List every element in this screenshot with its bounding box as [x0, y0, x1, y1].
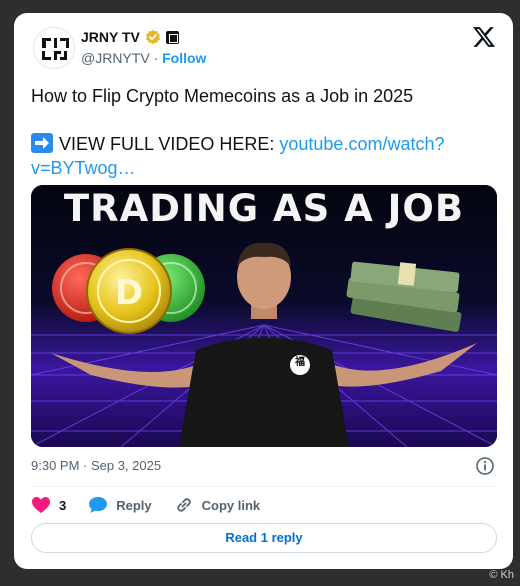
- watermark: © Kh: [489, 569, 514, 581]
- action-bar: 3 Reply Copy link: [31, 494, 282, 516]
- read-reply-button[interactable]: Read 1 reply: [31, 523, 497, 553]
- copy-link-label: Copy link: [201, 497, 261, 513]
- like-count: 3: [59, 497, 67, 513]
- x-logo-icon[interactable]: [473, 26, 495, 48]
- post-line-2: VIEW FULL VIDEO HERE: youtube.com/watch?…: [31, 132, 501, 180]
- post-line-2-prefix: VIEW FULL VIDEO HERE:: [59, 134, 280, 154]
- reply-label: Reply: [116, 497, 152, 513]
- svg-text:D: D: [115, 273, 143, 313]
- video-thumbnail[interactable]: D TRADING AS A JOB 福: [31, 185, 497, 447]
- like-button[interactable]: 3: [31, 496, 66, 514]
- handle-row: @JRNYTV · Follow: [81, 50, 207, 66]
- tweet-card: JRNY TV @JRNYTV · Follow How to Flip Cry…: [14, 13, 513, 569]
- avatar[interactable]: [33, 27, 75, 69]
- right-arrow-icon: [31, 133, 53, 153]
- affiliation-badge-icon[interactable]: [165, 30, 179, 44]
- author-handle[interactable]: @JRNYTV: [81, 50, 150, 66]
- post-line-1: How to Flip Crypto Memecoins as a Job in…: [31, 86, 414, 106]
- reply-button[interactable]: Reply: [88, 496, 152, 514]
- author-name[interactable]: JRNY TV: [81, 29, 140, 45]
- author-name-row: JRNY TV: [81, 29, 179, 45]
- post-text: How to Flip Crypto Memecoins as a Job in…: [31, 84, 501, 180]
- divider: [31, 486, 496, 487]
- follow-button[interactable]: Follow: [162, 50, 206, 66]
- link-icon: [176, 498, 191, 512]
- heart-icon: [32, 497, 50, 513]
- video-title: TRADING AS A JOB: [63, 187, 465, 230]
- post-timestamp[interactable]: 9:30 PM · Sep 3, 2025: [31, 458, 161, 473]
- shirt-glyph: 福: [295, 357, 305, 368]
- speech-bubble-icon: [89, 497, 108, 513]
- copy-link-button[interactable]: Copy link: [174, 495, 261, 515]
- info-icon[interactable]: [475, 456, 495, 476]
- verified-badge-icon: [145, 29, 160, 45]
